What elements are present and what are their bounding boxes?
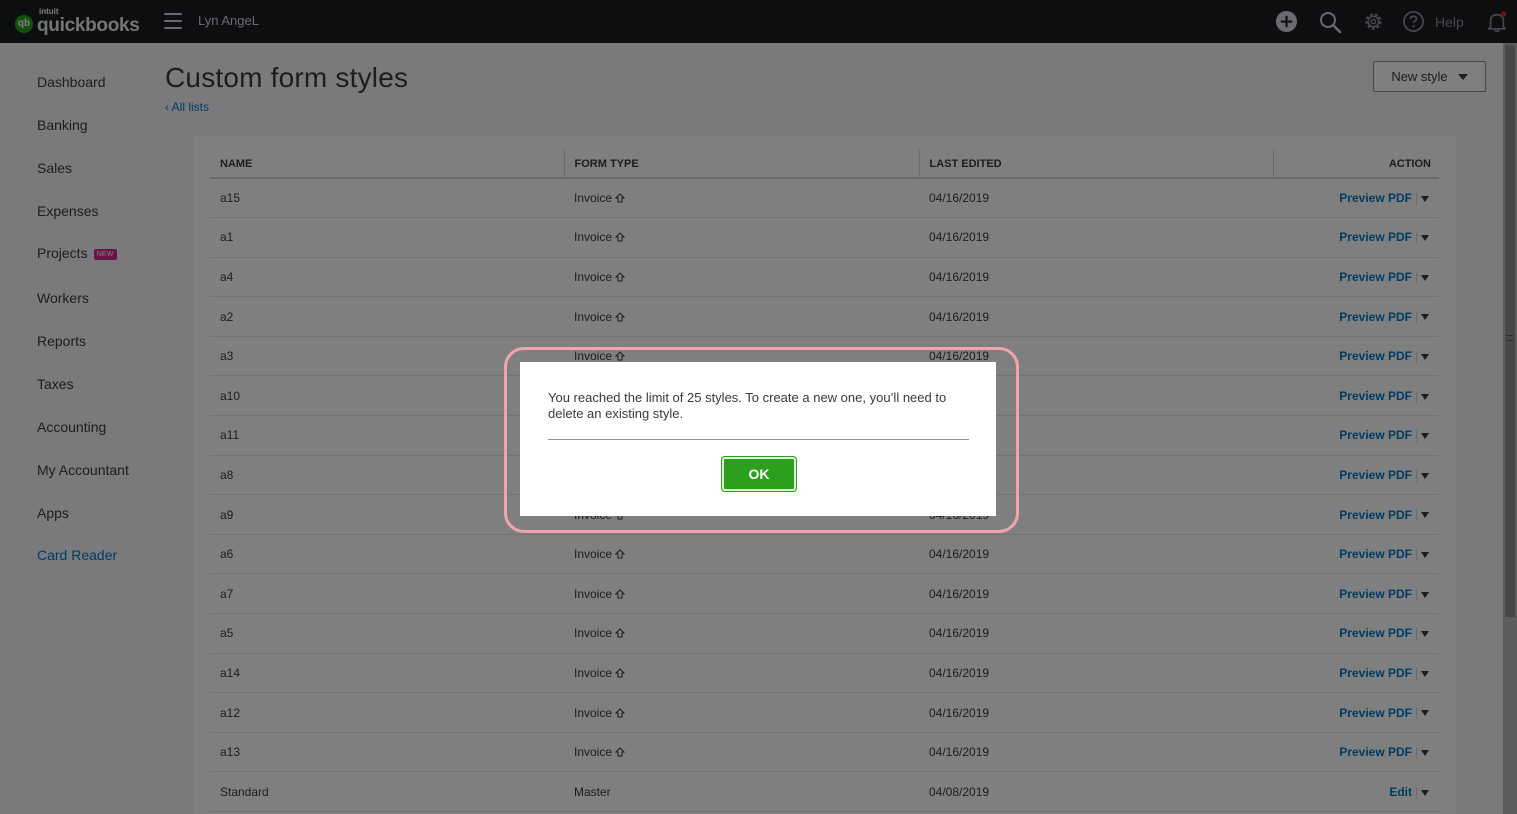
limit-dialog: You reached the limit of 25 styles. To c… (520, 362, 996, 516)
dialog-message: You reached the limit of 25 styles. To c… (548, 390, 947, 421)
ok-button[interactable]: OK (722, 457, 796, 491)
dialog-divider (548, 439, 969, 440)
